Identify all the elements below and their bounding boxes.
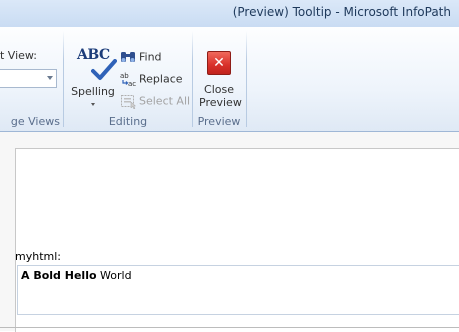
preview-group: ✕ Close Preview Preview [193,27,245,131]
find-label: Find [139,50,162,64]
bottom-divider [0,327,459,328]
field-bold-text: A Bold Hello [21,269,97,282]
editing-group-label: Editing [108,115,148,128]
chevron-down-icon [91,103,95,106]
binoculars-icon [120,49,136,65]
page-views-group-label: ge Views [10,115,60,128]
field-plain-text: World [96,269,132,282]
svg-text:ab: ab [120,72,129,80]
current-view-dropdown[interactable] [0,69,57,88]
close-preview-button[interactable]: ✕ Close Preview [199,51,242,113]
ribbon: t View: ge Views ABC Spelling Find ab ac… [0,27,459,132]
close-x-icon: ✕ [207,51,231,75]
svg-text:ac: ac [128,80,136,87]
group-separator [246,31,247,127]
page-views-group: t View: ge Views [0,27,63,131]
replace-icon: ab ac [120,71,136,88]
preview-group-label: Preview [197,115,241,128]
title-bar: (Preview) Tooltip - Microsoft InfoPath [0,0,459,28]
abc-check-icon: ABC [77,47,117,80]
close-label-line2: Preview [199,96,242,109]
close-label-line1: Close [204,83,234,96]
find-button[interactable]: Find [120,49,162,67]
myhtml-field-label: myhtml: [15,250,61,263]
spelling-button[interactable]: ABC Spelling [68,45,118,115]
editing-group: ABC Spelling Find ab ac Replace Select A… [64,27,192,131]
myhtml-rich-text-field[interactable]: A Bold Hello World [17,265,459,315]
select-all-icon [120,93,137,110]
select-all-label: Select All [139,94,191,108]
current-view-label: t View: [0,49,38,62]
replace-label: Replace [139,72,183,86]
replace-button[interactable]: ab ac Replace [120,71,183,89]
window-title: (Preview) Tooltip - Microsoft InfoPath [232,5,451,19]
dropdown-arrow-icon [47,76,53,80]
spelling-label: Spelling [71,85,115,98]
select-all-button[interactable]: Select All [120,93,190,111]
